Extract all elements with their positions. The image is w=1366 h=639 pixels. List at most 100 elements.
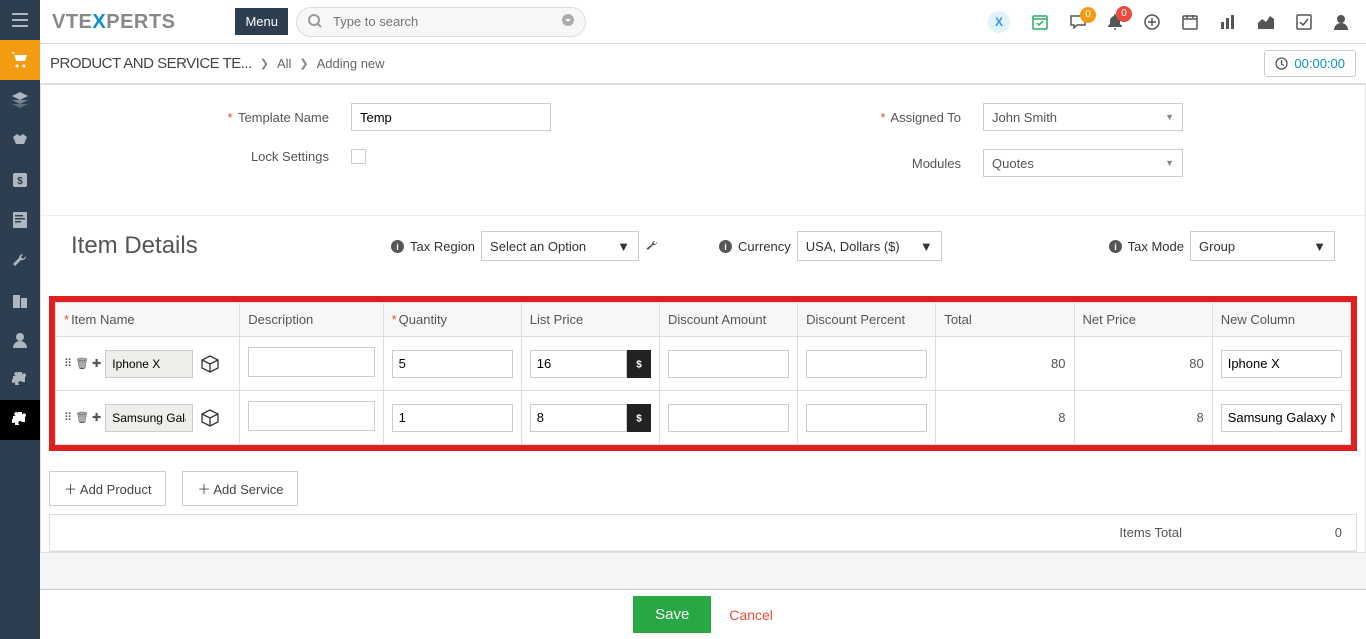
bar-chart-icon[interactable] xyxy=(1220,14,1236,30)
chat-icon[interactable]: 0 xyxy=(1070,15,1086,29)
list-price-input[interactable] xyxy=(530,404,627,432)
tax-mode-label: Tax Mode xyxy=(1128,239,1184,254)
calendar-icon[interactable] xyxy=(1182,14,1198,30)
item-name-input[interactable] xyxy=(105,350,193,378)
calendar-check-icon[interactable] xyxy=(1032,14,1048,30)
sidebar-item-puzzle-active[interactable] xyxy=(0,400,40,440)
tax-region-select[interactable]: Select an Option▼ xyxy=(481,231,639,261)
add-service-button[interactable]: ＋ Add Service xyxy=(182,471,298,506)
currency-label: Currency xyxy=(738,239,791,254)
info-icon: i xyxy=(391,240,404,253)
breadcrumb-all[interactable]: All xyxy=(277,56,291,71)
menu-button[interactable]: Menu xyxy=(235,8,288,35)
svg-text:$: $ xyxy=(17,176,23,187)
brand-icon[interactable]: X xyxy=(988,11,1010,33)
new-column-input[interactable] xyxy=(1221,404,1342,432)
chevron-right-icon: ❯ xyxy=(260,57,269,70)
info-icon: i xyxy=(1109,240,1122,253)
page-title: PRODUCT AND SERVICE TE... xyxy=(50,56,252,71)
discount-amount-input[interactable] xyxy=(668,404,789,432)
modules-label: Modules xyxy=(703,156,983,171)
net-price-value: 80 xyxy=(1074,337,1212,391)
package-icon[interactable] xyxy=(201,409,219,427)
total-value: 8 xyxy=(936,391,1074,445)
item-details-title: Item Details xyxy=(71,232,391,260)
new-column-input[interactable] xyxy=(1221,350,1342,378)
search-icon xyxy=(308,14,322,28)
checkbox-icon[interactable] xyxy=(1296,14,1312,30)
tax-mode-select[interactable]: Group▼ xyxy=(1190,231,1335,261)
bell-icon[interactable]: 0 xyxy=(1108,14,1122,30)
col-discount-amount: Discount Amount xyxy=(659,303,797,337)
chevron-right-icon: ❯ xyxy=(299,57,308,70)
chevron-down-icon[interactable] xyxy=(562,14,574,26)
items-total-value: 0 xyxy=(1272,525,1342,540)
discount-amount-input[interactable] xyxy=(668,350,789,378)
cancel-button[interactable]: Cancel xyxy=(729,607,773,623)
discount-percent-input[interactable] xyxy=(806,350,927,378)
wrench-icon[interactable] xyxy=(645,239,659,253)
menu-hamburger-icon[interactable] xyxy=(0,0,40,40)
quantity-input[interactable] xyxy=(392,404,513,432)
list-price-input[interactable] xyxy=(530,350,627,378)
items-total-label: Items Total xyxy=(1119,525,1182,540)
col-quantity: *Quantity xyxy=(383,303,521,337)
drag-icon[interactable]: ⠿ xyxy=(64,357,72,370)
breadcrumb-current: Adding new xyxy=(317,56,385,71)
description-input[interactable] xyxy=(248,347,374,377)
sidebar-item-handshake[interactable] xyxy=(0,120,40,160)
currency-select[interactable]: USA, Dollars ($)▼ xyxy=(797,231,942,261)
template-name-label: * Template Name xyxy=(71,110,351,125)
col-new-column: New Column xyxy=(1212,303,1350,337)
trash-icon[interactable]: 🗑 xyxy=(75,357,89,370)
table-row: ⠿ 🗑 ✚ xyxy=(56,337,1351,391)
col-total: Total xyxy=(936,303,1074,337)
currency-button[interactable]: $ xyxy=(627,404,651,432)
save-button[interactable]: Save xyxy=(633,596,711,633)
drag-icon[interactable]: ⠿ xyxy=(64,411,72,424)
item-name-input[interactable] xyxy=(105,404,193,432)
lock-settings-checkbox[interactable] xyxy=(351,149,366,164)
assigned-to-label: * Assigned To xyxy=(703,110,983,125)
sidebar-item-dollar[interactable]: $ xyxy=(0,160,40,200)
sidebar-item-puzzle[interactable] xyxy=(0,360,40,400)
sidebar-item-cart[interactable] xyxy=(0,40,40,80)
add-product-button[interactable]: ＋ Add Product xyxy=(49,471,166,506)
trash-icon[interactable]: 🗑 xyxy=(75,411,89,424)
description-input[interactable] xyxy=(248,401,374,431)
chat-badge: 0 xyxy=(1080,7,1096,23)
svg-text:i: i xyxy=(1114,242,1117,252)
plus-icon[interactable] xyxy=(1144,14,1160,30)
currency-button[interactable]: $ xyxy=(627,350,651,378)
svg-text:i: i xyxy=(724,242,727,252)
svg-text:$: $ xyxy=(636,413,642,424)
timer-value: 00:00:00 xyxy=(1294,56,1345,71)
info-icon: i xyxy=(719,240,732,253)
col-discount-percent: Discount Percent xyxy=(798,303,936,337)
sidebar-item-building[interactable] xyxy=(0,280,40,320)
sidebar-item-wrench[interactable] xyxy=(0,240,40,280)
table-row: ⠿ 🗑 ✚ xyxy=(56,391,1351,445)
quantity-input[interactable] xyxy=(392,350,513,378)
topbar: VTEXPERTS Menu X 0 xyxy=(40,0,1366,44)
timer[interactable]: 00:00:00 xyxy=(1264,50,1356,77)
modules-select[interactable]: Quotes▼ xyxy=(983,149,1183,177)
template-name-input[interactable] xyxy=(351,103,551,131)
sidebar: $ xyxy=(0,0,40,639)
user-icon[interactable] xyxy=(1334,14,1348,30)
assigned-to-select[interactable]: John Smith▼ xyxy=(983,103,1183,131)
content: * Template Name Lock Settings * Assigned… xyxy=(40,84,1366,639)
package-icon[interactable] xyxy=(201,355,219,373)
sidebar-item-layers[interactable] xyxy=(0,80,40,120)
net-price-value: 8 xyxy=(1074,391,1212,445)
logo[interactable]: VTEXPERTS xyxy=(52,12,175,32)
sidebar-item-user[interactable] xyxy=(0,320,40,360)
discount-percent-input[interactable] xyxy=(806,404,927,432)
add-icon[interactable]: ✚ xyxy=(92,357,101,370)
search-input[interactable] xyxy=(296,7,586,37)
area-chart-icon[interactable] xyxy=(1258,15,1274,29)
total-value: 80 xyxy=(936,337,1074,391)
add-icon[interactable]: ✚ xyxy=(92,411,101,424)
item-table-highlighted: *Item Name Description *Quantity List Pr… xyxy=(49,296,1357,451)
sidebar-item-document[interactable] xyxy=(0,200,40,240)
